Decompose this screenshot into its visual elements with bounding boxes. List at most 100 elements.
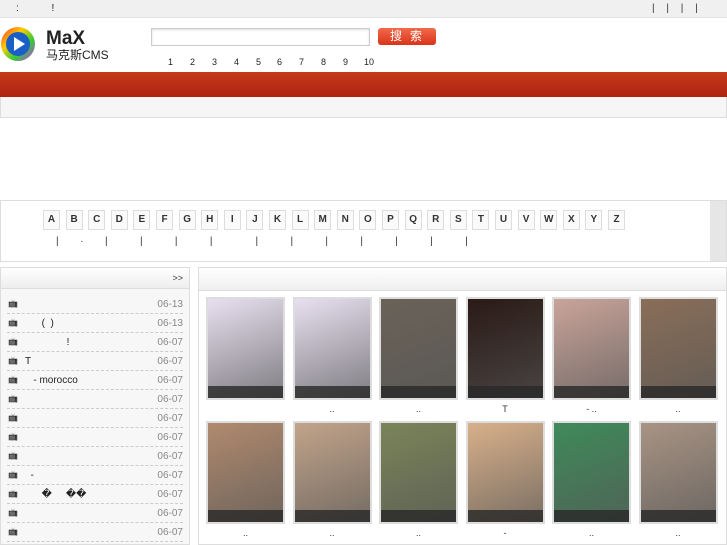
list-item[interactable]: 📺 06-13 [7,295,183,314]
thumbnail-caption[interactable]: .. [293,404,372,414]
hot-keyword-link[interactable]: 7 [299,57,304,67]
list-item-title[interactable]: - morocco [25,375,77,386]
thumbnail[interactable] [465,421,545,524]
thumbnail[interactable] [379,421,458,524]
list-item[interactable]: 📺 06-07 [7,447,183,466]
letter-n[interactable]: N [336,210,354,230]
list-item[interactable]: 📺 - morocco 06-07 [7,371,183,390]
thumbnail-caption[interactable]: .. [379,404,458,414]
letter-l[interactable]: L [291,210,309,230]
thumbnail[interactable] [292,297,372,400]
letter-y[interactable]: Y [585,210,603,230]
search-button[interactable]: 搜索 [378,28,436,45]
list-item-date: 06-13 [157,299,183,310]
list-item-title[interactable]: ! [25,337,70,348]
letter-p[interactable]: P [382,210,399,230]
letter-x[interactable]: X [562,210,580,230]
list-item-date: 06-07 [157,451,183,462]
thumbnail-overlay [208,510,283,522]
letter-sub-links[interactable]: | · | | | | | | | | | | | [56,236,468,247]
hot-keyword-link[interactable]: 1 [168,57,173,67]
letter-e[interactable]: E [133,210,151,230]
tv-icon: 📺 [8,432,18,441]
tv-icon: 📺 [8,337,18,346]
hot-keyword-link[interactable]: 10 [364,57,374,67]
hot-keyword-link[interactable]: 6 [277,57,282,67]
thumbnail-caption[interactable]: .. [639,528,718,538]
letter-b[interactable]: B [65,210,83,230]
letter-k[interactable]: K [269,210,286,230]
thumbnail-caption[interactable]: .. [552,528,631,538]
thumbnail-caption[interactable]: - .. [552,404,631,414]
letter-v[interactable]: V [517,210,535,230]
thumbnail[interactable] [379,297,458,400]
letter-r[interactable]: R [427,210,445,230]
site-logo[interactable]: MaX 马克斯CMS [0,24,118,64]
list-item-title[interactable]: T [25,356,31,367]
letter-u[interactable]: U [495,210,512,230]
thumbnail-caption[interactable]: .. [379,528,458,538]
letter-z[interactable]: Z [608,210,625,230]
letter-j[interactable]: J [246,210,264,230]
hot-keyword-link[interactable]: 4 [234,57,239,67]
thumbnail-caption[interactable]: .. [206,528,285,538]
top-links[interactable]: | | | | [652,3,698,14]
hot-keyword-link[interactable]: 2 [190,57,195,67]
thumbnail-caption[interactable]: .. [639,404,718,414]
letter-a[interactable]: A [43,210,60,230]
thumbnail-caption[interactable]: .. [293,528,372,538]
top-bar: : ! | | | | [0,0,727,18]
letter-m[interactable]: M [314,210,332,230]
logo-subtitle: 马克斯CMS [46,48,109,62]
thumbnail-overlay [294,510,370,522]
thumbnail[interactable] [206,297,285,400]
list-item[interactable]: 📺 - 06-07 [7,466,183,485]
tv-icon: 📺 [8,508,18,517]
list-item[interactable]: 📺 06-07 [7,504,183,523]
letter-i[interactable]: I [223,210,241,230]
list-item[interactable]: 📺 T 06-07 [7,352,183,371]
letter-s[interactable]: S [449,210,467,230]
logo-title: MaX [46,28,85,49]
main-nav[interactable] [0,72,727,97]
thumbnail[interactable] [638,421,718,524]
list-item[interactable]: 📺 � �� 06-07 [7,485,183,504]
letter-q[interactable]: Q [404,210,422,230]
hot-keyword-link[interactable]: 3 [212,57,217,67]
thumbnail[interactable] [552,297,631,400]
list-item[interactable]: 📺 06-07 [7,428,183,447]
letter-c[interactable]: C [88,210,106,230]
thumbnail-caption[interactable]: T [466,404,545,414]
search-input[interactable] [151,28,370,46]
list-item[interactable]: 📺 06-07 [7,409,183,428]
hot-keyword-link[interactable]: 9 [343,57,348,67]
letter-h[interactable]: H [201,210,219,230]
thumbnail-caption[interactable]: - [466,528,545,538]
thumbnail[interactable] [465,297,545,400]
thumbnail[interactable] [206,421,285,524]
thumbnail-overlay [640,510,716,522]
letter-d[interactable]: D [110,210,128,230]
list-item-date: 06-07 [157,356,183,367]
thumbnail[interactable] [292,421,372,524]
letter-w[interactable]: W [540,210,558,230]
list-item[interactable]: 📺 06-07 [7,523,183,542]
list-item[interactable]: 📺 ! 06-07 [7,333,183,352]
more-link[interactable]: >> [172,273,183,283]
letter-f[interactable]: F [156,210,173,230]
letter-g[interactable]: G [178,210,196,230]
list-item-title[interactable]: � �� [25,489,87,500]
thumbnail[interactable] [638,297,718,400]
list-item-title[interactable]: - [25,470,34,481]
letter-t[interactable]: T [472,210,490,230]
hot-keyword-link[interactable]: 5 [256,57,261,67]
thumbnail[interactable] [552,421,631,524]
scrollbar[interactable] [710,201,726,261]
list-item-title[interactable]: ( ) [25,318,54,329]
sub-nav [0,97,727,118]
list-item[interactable]: 📺 06-07 [7,390,183,409]
list-item[interactable]: 📺 ( ) 06-13 [7,314,183,333]
tv-icon: 📺 [8,489,18,498]
hot-keyword-link[interactable]: 8 [321,57,326,67]
letter-o[interactable]: O [359,210,377,230]
